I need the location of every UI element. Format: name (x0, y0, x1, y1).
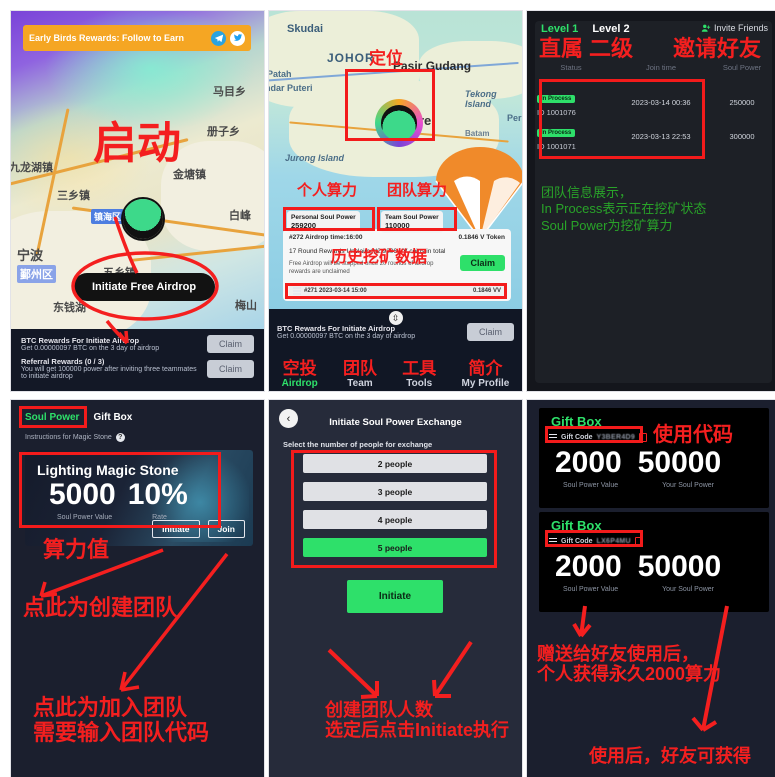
avatar[interactable] (375, 99, 423, 147)
annotation-history: 历史挖矿数据 (331, 249, 428, 266)
panel-grid: 马目乡 册子乡 九龙湖镇 金塘镇 宁波 鄞州区 五乡镇 东钱湖 梅山 镇海区 三… (0, 0, 775, 777)
map-label: Patah (268, 69, 292, 79)
annotation-second-level: 二级 (589, 36, 634, 61)
col-status: Status (560, 63, 582, 72)
invite-friends-icon (701, 24, 711, 32)
personal-soul-power-chip[interactable]: Personal Soul Power 259200 (287, 211, 360, 233)
drag-handle-icon[interactable]: ⇳ (388, 311, 403, 325)
panel-airdrop-map: 马目乡 册子乡 九龙湖镇 金塘镇 宁波 鄞州区 五乡镇 东钱湖 梅山 镇海区 三… (10, 10, 265, 392)
round-time: #272 Airdrop time:16:00 (289, 234, 363, 241)
nav-cn-label: 空投 (282, 359, 317, 378)
annotation-arrows (572, 605, 729, 732)
nav-en-label: Team (347, 378, 373, 389)
nav-cn-label: 简介 (468, 359, 503, 378)
annotation-use-code: 使用代码 (653, 424, 733, 446)
annotation-exchange-note: 创建团队人数 选定后点击Initiate执行 (325, 700, 510, 741)
panel-exchange: ‹ Initiate Soul Power Exchange Select th… (268, 399, 523, 777)
nav-cn-label: 工具 (402, 359, 437, 378)
map-label: Pasir Gudang (393, 59, 472, 73)
claim-button[interactable]: Claim (460, 255, 505, 271)
history-left: #271 2023-03-14 15:00 (304, 287, 367, 294)
tab-level-2[interactable]: Level 2 (592, 23, 629, 35)
nav-cn-label: 团队 (343, 359, 377, 378)
table-header: Status Join time Soul Power (527, 63, 775, 72)
claim-button[interactable]: Claim (466, 323, 514, 341)
col-join-time: Join time (645, 63, 676, 72)
annotation-join-team: 点此为加入团队 需要输入团队代码 (33, 695, 210, 745)
bottom-navigation: 空投 Airdrop 团队 Team 工具 Tools 简介 My Profil… (269, 360, 522, 389)
history-right: 0.1846 VV (472, 288, 501, 294)
annotation-locate: 定位 (369, 49, 403, 68)
col-soul-power: Soul Power (722, 63, 762, 72)
status-badge: In Process (537, 129, 576, 137)
invite-friends-label: Invite Friends (713, 23, 768, 33)
map-label: JOHOR (327, 51, 375, 65)
nav-item-tools[interactable]: 工具 Tools (402, 360, 436, 389)
annotation-circle (71, 216, 219, 345)
annotation-direct: 直属 (539, 36, 584, 61)
map-label: Skudai (287, 23, 324, 35)
panel-team-levels: Level 1 Level 2 Invite Friends Status Jo… (526, 10, 775, 392)
status-badge: In Process (537, 95, 576, 103)
tab-level-1[interactable]: Level 1 (541, 23, 578, 35)
personal-power-value: 259200 (291, 221, 317, 230)
map-label: Jurong Island (285, 153, 345, 163)
team-power-label: Team Soul Power (385, 214, 439, 221)
team-soul-power-chip[interactable]: Team Soul Power 110000 (381, 211, 443, 233)
reward-sub: Get 0.00000097 BTC on the 3 day of airdr… (277, 333, 416, 340)
history-row[interactable]: #271 2023-03-14 15:00 0.1846 VV (289, 285, 505, 297)
nav-item-team[interactable]: 团队 Team (343, 360, 377, 389)
reward-title: BTC Rewards For Initiate Airdrop (277, 324, 396, 333)
token-amount: 0.1846 V Token (458, 234, 506, 241)
panel-gift-boxes: Gift Box Gift Code Y3BER4D9 2000 50000 S… (526, 399, 775, 777)
nav-item-airdrop[interactable]: 空投 Airdrop (282, 360, 318, 389)
personal-power-label: Personal Soul Power (291, 214, 356, 221)
nav-item-my-profile[interactable]: 简介 My Profile (462, 360, 510, 389)
annotation-invite: 邀请好友 (673, 36, 762, 61)
invite-friends-button[interactable]: Invite Friends (701, 23, 768, 33)
nav-en-label: Airdrop (281, 378, 318, 389)
annotation-create-team: 点此为创建团队 (23, 595, 178, 620)
annotation-team-power: 团队算力 (387, 182, 448, 199)
join-time: 2023-03-14 00:36 (631, 97, 691, 107)
team-power-value: 110000 (385, 221, 410, 230)
nav-en-label: My Profile (461, 378, 510, 389)
level-tabs: Level 1 Level 2 (541, 23, 630, 35)
annotation-gift-note: 赠送给好友使用后， 个人获得永久2000算力 (537, 644, 722, 685)
table-row[interactable]: In Process ID 1001076 2023-03-14 00:36 2… (527, 87, 775, 117)
annotation-friend-note: 使用后，好友可获得 (589, 746, 751, 766)
annotation-note: 团队信息展示， In Process表示正在挖矿状态 Soul Power为挖矿… (541, 185, 707, 233)
bottom-bar: ⇳ BTC Rewards For Initiate Airdrop Get 0… (269, 309, 522, 391)
soul-power: 300000 (729, 131, 755, 141)
join-time: 2023-03-13 22:53 (631, 131, 691, 141)
hamburger-icon (293, 287, 301, 295)
panel-soul-power-tools: Soul Power Gift Box Instructions for Mag… (10, 399, 265, 777)
member-id: ID 1001071 (537, 142, 576, 151)
annotation-start: 启动 (93, 119, 181, 168)
annotation-power-value: 算力值 (43, 537, 110, 562)
member-id: ID 1001076 (537, 108, 576, 117)
nav-en-label: Tools (406, 378, 433, 389)
table-row[interactable]: In Process ID 1001071 2023-03-13 22:53 3… (527, 121, 775, 151)
map-label: Batam (465, 129, 490, 138)
map-label: ndar Puteri (268, 83, 313, 93)
soul-power: 250000 (729, 97, 755, 107)
annotation-personal-power: 个人算力 (297, 182, 358, 199)
reward-row: BTC Rewards For Initiate Airdrop Get 0.0… (277, 323, 514, 341)
panel-airdrop-dashboard: Skudai JOHOR Pasir Gudang Tekong Island … (268, 10, 523, 392)
map-label: Tekong Island (465, 89, 497, 109)
map-label: Per (507, 113, 522, 123)
